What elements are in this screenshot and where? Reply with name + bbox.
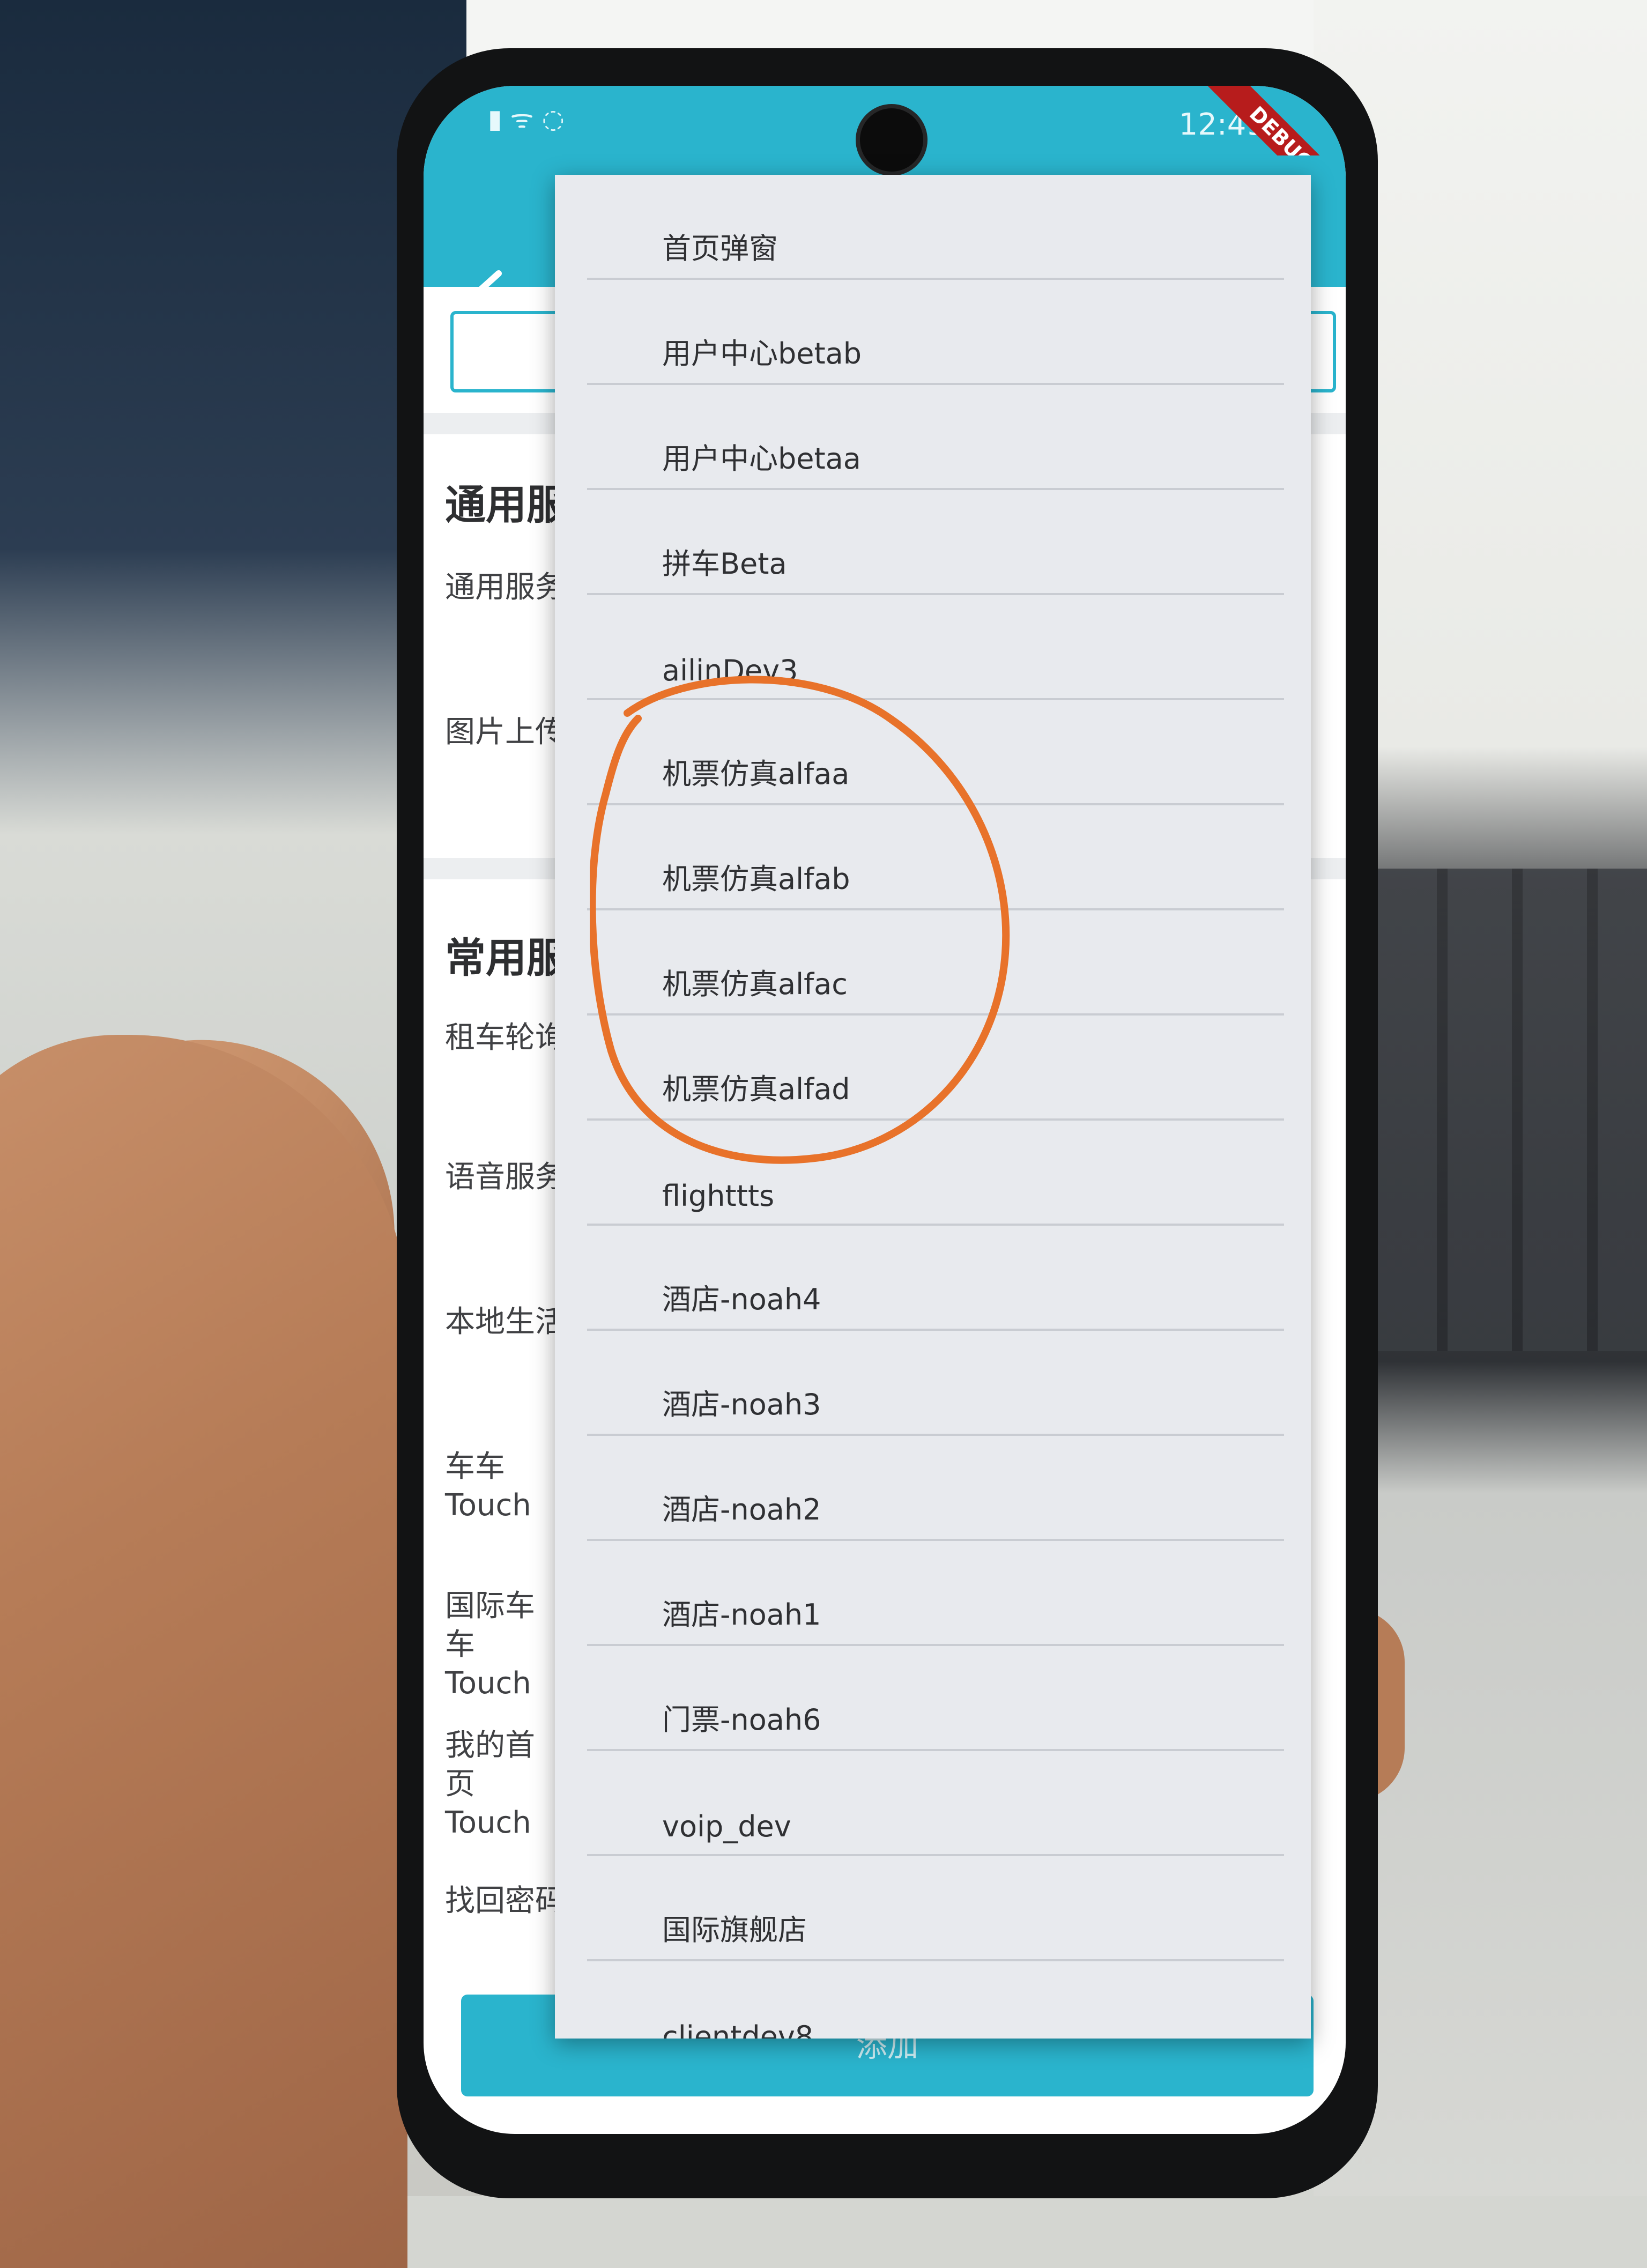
background-keyboard: [1372, 869, 1647, 1351]
popup-item[interactable]: 机票仿真alfad: [587, 1016, 1284, 1121]
popup-item-label: voip_dev: [662, 1810, 791, 1843]
popup-item[interactable]: 酒店-noah3: [587, 1331, 1284, 1436]
row-local-life[interactable]: 本地生活: [445, 1303, 565, 1341]
popup-item-label: 机票仿真alfaa: [662, 757, 850, 791]
popup-item-label: 酒店-noah2: [662, 1493, 821, 1526]
popup-item[interactable]: 酒店-noah2: [587, 1436, 1284, 1541]
row-my-home-touch[interactable]: 我的首页 Touch: [445, 1726, 552, 1842]
popup-item-label: 用户中心betaa: [662, 442, 861, 476]
row-find-password[interactable]: 找回密码: [445, 1882, 565, 1921]
popup-item-label: 酒店-noah3: [662, 1388, 821, 1421]
popup-item[interactable]: 国际旗舰店: [587, 1856, 1284, 1961]
popup-item-label: 国际旗舰店: [662, 1913, 807, 1947]
popup-item[interactable]: 酒店-noah1: [587, 1541, 1284, 1646]
row-intl-carcar-touch[interactable]: 国际车车 Touch: [445, 1587, 552, 1703]
front-camera: [856, 104, 928, 176]
status-left-icons: ▮ ᯤ ◌: [488, 104, 565, 134]
popup-item[interactable]: 机票仿真alfab: [587, 805, 1284, 910]
popup-item[interactable]: ailinDev3: [587, 595, 1284, 700]
popup-item[interactable]: 机票仿真alfac: [587, 910, 1284, 1016]
popup-item[interactable]: 用户中心betab: [587, 280, 1284, 385]
popup-item-label: clientdev8: [662, 2020, 814, 2039]
row-general-service[interactable]: 通用服务: [445, 568, 565, 607]
section-title-common: 常用服: [445, 934, 567, 982]
popup-item[interactable]: flighttts: [587, 1121, 1284, 1226]
popup-item[interactable]: voip_dev: [587, 1751, 1284, 1856]
popup-item-label: 门票-noah6: [662, 1703, 821, 1737]
popup-item[interactable]: 门票-noah6: [587, 1646, 1284, 1751]
popup-item[interactable]: 酒店-noah4: [587, 1226, 1284, 1331]
popup-item[interactable]: 首页弹窗: [587, 175, 1284, 280]
row-carcar-touch[interactable]: 车车 Touch: [445, 1448, 541, 1525]
popup-item-label: 机票仿真alfad: [662, 1072, 850, 1106]
popup-item-label: 首页弹窗: [662, 232, 778, 265]
popup-item[interactable]: 拼车Beta: [587, 490, 1284, 595]
row-rental-polling[interactable]: 租车轮询: [445, 1019, 565, 1057]
row-image-upload[interactable]: 图片上传: [445, 713, 565, 752]
popup-item[interactable]: 机票仿真alfaa: [587, 700, 1284, 805]
hand: [0, 1035, 407, 2268]
popup-item-label: 机票仿真alfab: [662, 862, 850, 896]
popup-item-label: ailinDev3: [662, 654, 798, 687]
row-voice-service[interactable]: 语音服务: [445, 1158, 565, 1197]
popup-item-label: flighttts: [662, 1179, 775, 1213]
popup-item-label: 酒店-noah1: [662, 1598, 821, 1632]
popup-item-label: 机票仿真alfac: [662, 967, 848, 1001]
dropdown-popup: 首页弹窗 用户中心betab 用户中心betaa 拼车Beta ailinDev…: [555, 175, 1311, 2039]
section-title-general: 通用服: [445, 481, 567, 529]
popup-item-label: 用户中心betab: [662, 337, 862, 370]
popup-item[interactable]: clientdev8: [587, 1961, 1284, 2039]
popup-item-label: 酒店-noah4: [662, 1283, 821, 1316]
popup-item-label: 拼车Beta: [662, 547, 787, 581]
popup-item[interactable]: 用户中心betaa: [587, 385, 1284, 490]
